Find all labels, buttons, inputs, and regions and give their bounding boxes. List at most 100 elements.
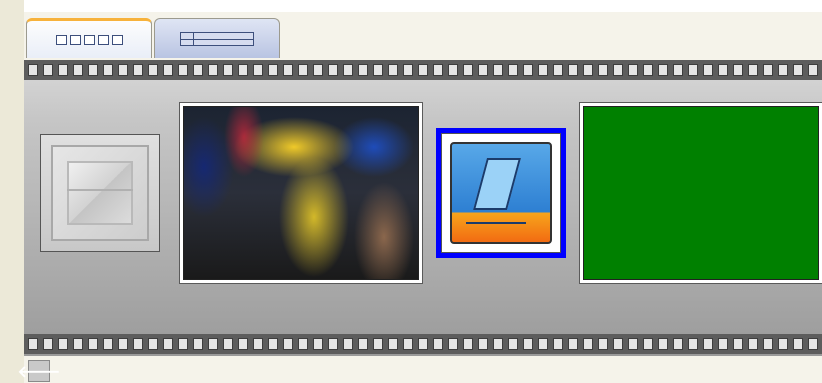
film-hole	[643, 338, 653, 350]
film-hole	[628, 64, 638, 76]
film-hole	[748, 64, 758, 76]
view-tab-bar	[24, 12, 822, 60]
concert-photo-thumbnail	[183, 106, 419, 280]
film-hole	[538, 338, 548, 350]
film-hole	[508, 64, 518, 76]
film-hole	[388, 338, 398, 350]
film-hole	[298, 64, 308, 76]
film-hole	[253, 64, 263, 76]
film-hole	[373, 64, 383, 76]
film-hole	[808, 64, 818, 76]
film-hole	[373, 338, 383, 350]
film-hole	[523, 338, 533, 350]
film-hole	[493, 338, 503, 350]
film-hole	[418, 64, 428, 76]
film-hole	[28, 338, 38, 350]
film-hole	[718, 338, 728, 350]
film-hole	[598, 64, 608, 76]
film-hole	[193, 64, 203, 76]
arrow-left-icon[interactable]: 🡐	[18, 360, 60, 382]
film-hole	[553, 64, 563, 76]
film-hole	[133, 338, 143, 350]
film-hole	[58, 64, 68, 76]
film-hole	[478, 338, 488, 350]
storyboard-clip-2-selected[interactable]	[436, 128, 566, 258]
film-hole	[673, 338, 683, 350]
film-hole	[358, 64, 368, 76]
bottom-toolbar: 🡐	[18, 356, 822, 383]
film-hole	[448, 338, 458, 350]
film-hole	[628, 338, 638, 350]
film-hole	[283, 64, 293, 76]
film-hole	[73, 338, 83, 350]
film-hole	[598, 338, 608, 350]
storyboard-clip-3[interactable]	[579, 102, 822, 284]
film-hole	[313, 64, 323, 76]
clip-frame	[441, 133, 561, 253]
film-hole	[103, 64, 113, 76]
film-hole	[688, 338, 698, 350]
film-hole	[43, 338, 53, 350]
storyboard-icon	[55, 34, 123, 45]
film-hole	[328, 338, 338, 350]
film-hole	[448, 64, 458, 76]
film-hole	[463, 338, 473, 350]
storyboard-filmstrip	[24, 60, 822, 356]
film-hole	[793, 64, 803, 76]
film-hole	[403, 64, 413, 76]
film-hole	[793, 338, 803, 350]
film-hole	[673, 64, 683, 76]
film-hole	[583, 64, 593, 76]
film-hole	[343, 338, 353, 350]
film-hole	[733, 64, 743, 76]
film-hole	[478, 64, 488, 76]
film-hole	[58, 338, 68, 350]
film-hole	[568, 64, 578, 76]
film-hole	[223, 338, 233, 350]
film-hole	[613, 338, 623, 350]
film-hole	[703, 338, 713, 350]
film-perforation-bottom	[24, 334, 822, 354]
film-hole	[808, 338, 818, 350]
film-hole	[538, 64, 548, 76]
film-hole	[613, 64, 623, 76]
film-hole	[118, 338, 128, 350]
film-hole	[358, 338, 368, 350]
film-hole	[238, 338, 248, 350]
timeline-icon	[180, 31, 254, 46]
effect-clip-icon	[450, 142, 552, 244]
film-hole	[298, 338, 308, 350]
film-hole	[43, 64, 53, 76]
film-hole	[178, 64, 188, 76]
left-margin	[0, 0, 24, 383]
tab-timeline[interactable]	[154, 18, 280, 58]
film-hole	[253, 338, 263, 350]
film-hole	[133, 64, 143, 76]
film-hole	[223, 64, 233, 76]
film-hole	[763, 64, 773, 76]
film-hole	[493, 64, 503, 76]
transition-placeholder-icon	[51, 145, 149, 241]
film-hole	[118, 64, 128, 76]
tab-storyboard[interactable]	[26, 18, 152, 58]
film-hole	[178, 338, 188, 350]
film-hole	[313, 338, 323, 350]
film-hole	[283, 338, 293, 350]
film-hole	[208, 64, 218, 76]
transition-slot[interactable]	[40, 134, 160, 252]
film-hole	[568, 338, 578, 350]
film-hole	[163, 64, 173, 76]
film-perforation-top	[24, 60, 822, 80]
film-hole	[718, 64, 728, 76]
film-hole	[328, 64, 338, 76]
film-hole	[163, 338, 173, 350]
film-hole	[643, 64, 653, 76]
film-hole	[523, 64, 533, 76]
storyboard-clip-1[interactable]	[179, 102, 423, 284]
film-hole	[748, 338, 758, 350]
film-hole	[553, 338, 563, 350]
film-hole	[88, 338, 98, 350]
film-hole	[193, 338, 203, 350]
film-hole	[388, 64, 398, 76]
film-hole	[508, 338, 518, 350]
